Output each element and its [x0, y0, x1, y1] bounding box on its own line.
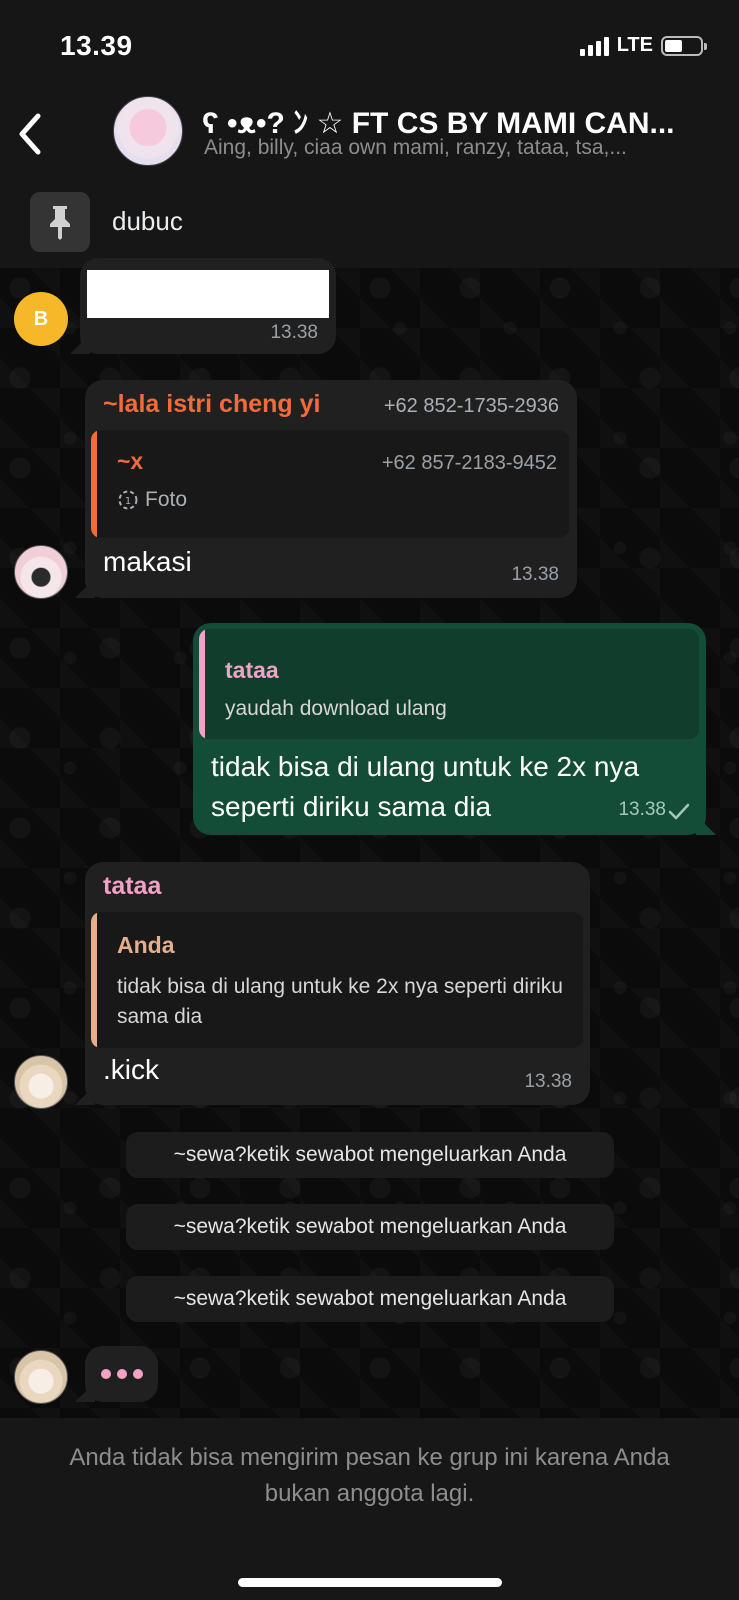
network-label: LTE: [616, 34, 653, 56]
message-text: .kick: [103, 1054, 159, 1085]
quote-media-label: Foto: [145, 488, 188, 511]
quote-sender: ~x: [117, 448, 144, 474]
back-button[interactable]: [14, 108, 54, 158]
quote-text: tidak bisa di ulang untuk ke 2x nya sepe…: [117, 975, 563, 1028]
typing-indicator: [85, 1346, 158, 1402]
message-time: 13.38: [524, 1071, 572, 1092]
avatar[interactable]: B: [14, 292, 68, 346]
quote-sender: tataa: [225, 657, 279, 683]
group-avatar[interactable]: [113, 96, 183, 166]
footer: Anda tidak bisa mengirim pesan ke grup i…: [0, 1418, 739, 1600]
pinned-message-bar[interactable]: dubuc: [0, 180, 739, 268]
quoted-message[interactable]: ~x +62 857-2183-9452 1 Foto: [91, 430, 569, 538]
quote-phone: +62 857-2183-9452: [381, 452, 557, 474]
message-text: tidak bisa di ulang untuk ke 2x nya sepe…: [211, 751, 640, 822]
pinned-text: dubuc: [112, 206, 183, 236]
message-bubble[interactable]: tataa Anda tidak bisa di ulang untuk ke …: [85, 862, 590, 1105]
battery-icon: [661, 35, 707, 56]
svg-text:1: 1: [125, 496, 131, 507]
typing-dots-icon: [85, 1346, 158, 1402]
message-time: 13.38: [270, 322, 318, 343]
avatar[interactable]: [14, 545, 68, 599]
quoted-message[interactable]: Anda tidak bisa di ulang untuk ke 2x nya…: [91, 912, 583, 1048]
quote-bar: [91, 912, 97, 1048]
quote-sender: Anda: [117, 932, 175, 958]
message-bubble[interactable]: ~lala istri cheng yi +62 852-1735-2936 ~…: [85, 380, 577, 598]
sender-name[interactable]: tataa: [103, 872, 161, 901]
quoted-message[interactable]: tataa yaudah download ulang: [199, 629, 699, 739]
group-members[interactable]: Aing, billy, ciaa own mami, ranzy, tataa…: [204, 136, 686, 160]
status-indicators: LTE: [579, 34, 707, 57]
avatar[interactable]: [14, 1055, 68, 1109]
signal-icon: [579, 36, 609, 56]
message-time: 13.38: [511, 564, 559, 585]
message-text: makasi: [103, 546, 192, 577]
system-note: ~sewa?ketik sewabot mengeluarkan Anda: [126, 1204, 614, 1250]
view-once-icon: 1: [118, 490, 138, 510]
message-time: 13.38: [618, 799, 666, 820]
quote-media: 1 Foto: [117, 488, 187, 512]
sender-phone: +62 852-1735-2936: [383, 395, 559, 417]
pin-icon: [30, 192, 90, 252]
outgoing-message-bubble[interactable]: tataa yaudah download ulang tidak bisa d…: [193, 623, 706, 835]
avatar[interactable]: [14, 1350, 68, 1404]
chat-header: ʕ •ᴥ•? ﾝ ☆ FT CS BY MAMI CAN... Aing, bi…: [0, 90, 739, 180]
system-note: ~sewa?ketik sewabot mengeluarkan Anda: [126, 1276, 614, 1322]
message-bubble-image[interactable]: 13.38: [80, 258, 336, 354]
status-time: 13.39: [60, 30, 133, 61]
sender-name[interactable]: ~lala istri cheng yi: [103, 390, 320, 419]
home-indicator[interactable]: [238, 1578, 502, 1587]
not-member-notice: Anda tidak bisa mengirim pesan ke grup i…: [69, 1444, 670, 1507]
sent-check-icon: [668, 803, 690, 820]
chevron-left-icon: [19, 113, 41, 155]
status-bar: 13.39 LTE: [0, 0, 739, 90]
system-note: ~sewa?ketik sewabot mengeluarkan Anda: [126, 1132, 614, 1178]
image-preview[interactable]: [87, 270, 329, 318]
quote-text: yaudah download ulang: [225, 697, 447, 720]
quote-bar: [199, 629, 205, 739]
quote-bar: [91, 430, 97, 538]
